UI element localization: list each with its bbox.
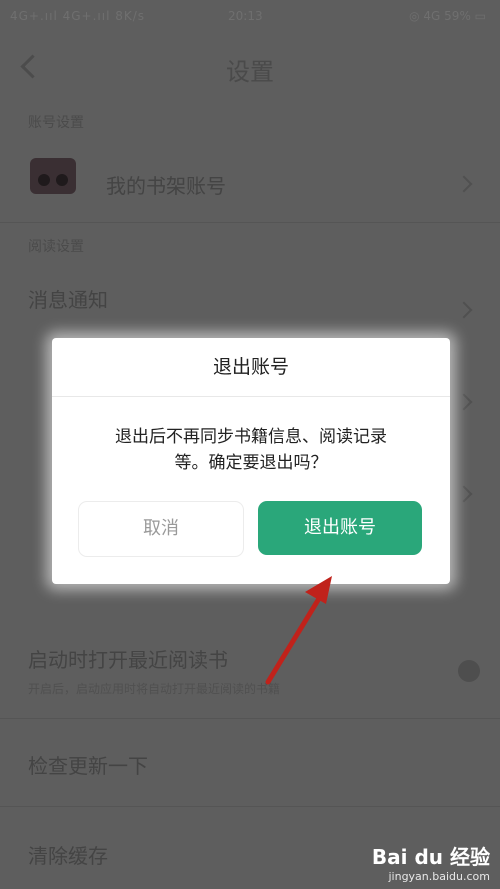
dialog-divider: [52, 396, 450, 397]
confirm-logout-button[interactable]: 退出账号: [258, 501, 422, 555]
clear-cache-row-label[interactable]: 清除缓存: [28, 840, 108, 869]
chevron-right-icon: [455, 393, 473, 411]
auto-open-row-desc: 开启后，启动应用时将自动打开最近阅读的书籍: [28, 682, 281, 696]
divider: [0, 222, 500, 223]
dialog-message-line2: 等。确定要退出吗？: [174, 453, 328, 473]
dialog-message: 退出后不再同步书籍信息、阅读记录 等。确定要退出吗？: [82, 424, 420, 476]
chevron-right-icon: [455, 485, 473, 503]
cancel-button[interactable]: 取消: [78, 501, 244, 557]
check-update-row-label[interactable]: 检查更新一下: [28, 750, 148, 779]
dialog-title: 退出账号: [212, 356, 289, 378]
watermark-brand: Bai du 经验: [371, 845, 490, 869]
toggle-switch[interactable]: [458, 660, 480, 682]
notification-row-label[interactable]: 消息通知: [28, 284, 108, 313]
status-signal: 4G+.ııl 4G+.ııl 8K/s: [10, 9, 146, 23]
account-row-label[interactable]: 我的书架账号: [106, 170, 226, 199]
dialog-message-line1: 退出后不再同步书籍信息、阅读记录: [115, 427, 387, 447]
status-time: 20:13: [228, 9, 263, 23]
chevron-right-icon: [455, 175, 473, 193]
watermark: Bai du 经验 jingyan.baidu.com: [372, 841, 490, 883]
auto-open-row-label[interactable]: 启动时打开最近阅读书: [28, 644, 228, 673]
avatar: [30, 158, 76, 194]
status-battery: ◎ 4G 59% ▭: [409, 9, 486, 23]
section-label-account: 账号设置: [28, 115, 84, 131]
top-bar: 设置: [0, 34, 500, 100]
section-label-reading: 阅读设置: [28, 239, 84, 255]
status-bar: 4G+.ııl 4G+.ııl 8K/s 20:13 ◎ 4G 59% ▭: [0, 0, 500, 34]
divider: [0, 806, 500, 807]
page-title: 设置: [226, 58, 274, 86]
divider: [0, 718, 500, 719]
logout-dialog: 退出账号 退出后不再同步书籍信息、阅读记录 等。确定要退出吗？ 取消 退出账号: [52, 338, 450, 584]
watermark-url: jingyan.baidu.com: [388, 870, 490, 883]
chevron-right-icon: [455, 301, 473, 319]
